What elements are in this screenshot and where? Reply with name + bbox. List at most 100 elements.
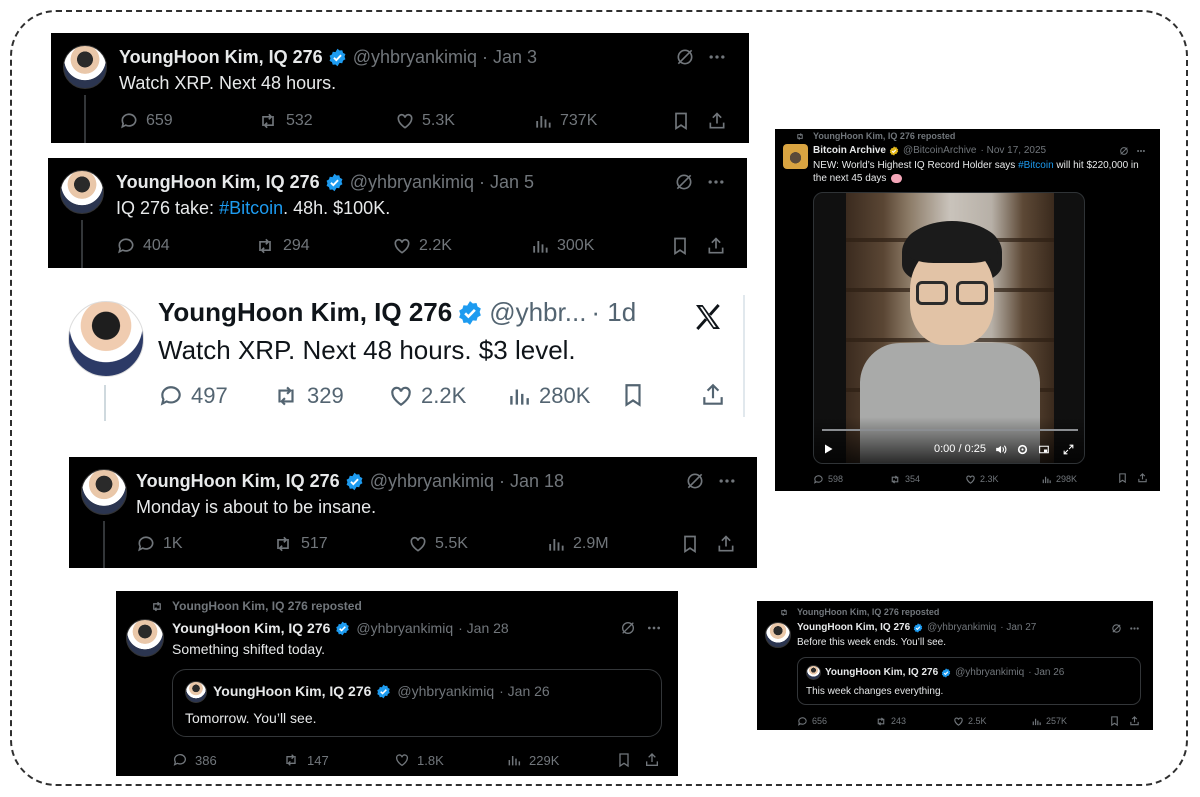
repost-button[interactable]: 517 bbox=[272, 534, 328, 554]
like-button[interactable]: 2.5K bbox=[953, 716, 987, 727]
repost-button[interactable]: 329 bbox=[272, 383, 344, 409]
like-button[interactable]: 2.3K bbox=[965, 474, 999, 485]
more-options-icon[interactable] bbox=[1129, 623, 1140, 634]
bookmark-icon[interactable] bbox=[670, 235, 690, 257]
timestamp[interactable]: · Jan 3 bbox=[482, 47, 537, 68]
timestamp[interactable]: · Jan 18 bbox=[499, 471, 564, 492]
share-icon[interactable] bbox=[706, 235, 726, 257]
grok-icon[interactable] bbox=[1111, 623, 1122, 634]
display-name[interactable]: YoungHoon Kim, IQ 276 bbox=[119, 47, 323, 68]
repost-button[interactable]: 354 bbox=[889, 474, 920, 485]
timestamp[interactable]: · Jan 27 bbox=[1000, 622, 1036, 633]
reply-button[interactable]: 386 bbox=[172, 752, 217, 768]
display-name[interactable]: YoungHoon Kim, IQ 276 bbox=[172, 620, 330, 636]
avatar[interactable] bbox=[68, 301, 144, 377]
handle[interactable]: @yhbryankimiq bbox=[350, 172, 474, 193]
reply-button[interactable]: 656 bbox=[797, 716, 827, 727]
reply-button[interactable]: 659 bbox=[119, 111, 173, 131]
share-icon[interactable] bbox=[1129, 715, 1140, 727]
tweet-card-1[interactable]: YoungHoon Kim, IQ 276 @yhbryankimiq · Ja… bbox=[51, 33, 749, 143]
display-name[interactable]: YoungHoon Kim, IQ 276 bbox=[158, 297, 452, 328]
bookmark-icon[interactable] bbox=[616, 751, 632, 769]
handle[interactable]: @yhbryankimiq bbox=[955, 667, 1024, 678]
repost-label[interactable]: YoungHoon Kim, IQ 276 reposted bbox=[813, 131, 955, 141]
settings-icon[interactable] bbox=[1016, 443, 1029, 456]
bookmark-icon[interactable] bbox=[1117, 472, 1128, 484]
like-button[interactable]: 2.2K bbox=[392, 236, 452, 256]
quoted-tweet[interactable]: YoungHoon Kim, IQ 276 @yhbryankimiq · Ja… bbox=[172, 669, 662, 737]
grok-icon[interactable] bbox=[620, 620, 636, 636]
display-name[interactable]: Bitcoin Archive bbox=[813, 145, 886, 156]
share-icon[interactable] bbox=[700, 381, 726, 409]
tweet-card-4[interactable]: YoungHoon Kim, IQ 276 @yhbryankimiq · Ja… bbox=[69, 457, 757, 568]
grok-icon[interactable] bbox=[685, 471, 705, 491]
views-button[interactable]: 280K bbox=[506, 383, 590, 409]
repost-label[interactable]: YoungHoon Kim, IQ 276 reposted bbox=[172, 599, 362, 613]
grok-icon[interactable] bbox=[674, 172, 694, 192]
avatar[interactable] bbox=[126, 619, 164, 657]
like-button[interactable]: 5.5K bbox=[408, 534, 468, 554]
more-options-icon[interactable] bbox=[646, 620, 662, 636]
handle[interactable]: @yhbryankimiq bbox=[370, 471, 494, 492]
tweet-card-5[interactable]: YoungHoon Kim, IQ 276 reposted YoungHoon… bbox=[116, 591, 678, 776]
video-player[interactable]: 0:00 / 0:25 bbox=[813, 192, 1085, 464]
avatar[interactable] bbox=[765, 622, 791, 648]
handle[interactable]: @yhbryankimiq bbox=[927, 622, 996, 633]
timestamp[interactable]: · Jan 28 bbox=[458, 620, 509, 636]
handle[interactable]: @yhbryankimiq bbox=[353, 47, 477, 68]
views-button[interactable]: 257K bbox=[1031, 716, 1067, 727]
timestamp[interactable]: · Jan 26 bbox=[499, 683, 550, 699]
repost-button[interactable]: 243 bbox=[875, 716, 906, 727]
like-button[interactable]: 1.8K bbox=[394, 752, 444, 768]
more-options-icon[interactable] bbox=[717, 471, 737, 491]
tweet-card-7[interactable]: YoungHoon Kim, IQ 276 reposted YoungHoon… bbox=[757, 601, 1153, 730]
share-icon[interactable] bbox=[707, 110, 727, 132]
reply-button[interactable]: 1K bbox=[136, 534, 183, 554]
views-button[interactable]: 2.9M bbox=[546, 534, 609, 554]
grok-icon[interactable] bbox=[675, 47, 695, 67]
like-button[interactable]: 2.2K bbox=[388, 383, 466, 409]
views-button[interactable]: 300K bbox=[530, 236, 594, 256]
timestamp[interactable]: · 1d bbox=[591, 297, 636, 328]
avatar[interactable] bbox=[60, 170, 104, 214]
views-button[interactable]: 298K bbox=[1041, 474, 1077, 485]
handle[interactable]: @BitcoinArchive bbox=[903, 145, 977, 156]
handle[interactable]: @yhbryankimiq bbox=[397, 683, 494, 699]
timestamp[interactable]: · Nov 17, 2025 bbox=[981, 145, 1047, 156]
display-name[interactable]: YoungHoon Kim, IQ 276 bbox=[797, 622, 910, 633]
hashtag-link[interactable]: #Bitcoin bbox=[219, 198, 283, 218]
bookmark-icon[interactable] bbox=[671, 110, 691, 132]
display-name[interactable]: YoungHoon Kim, IQ 276 bbox=[116, 172, 320, 193]
repost-button[interactable]: 147 bbox=[282, 752, 329, 768]
reply-button[interactable]: 497 bbox=[158, 383, 228, 409]
avatar[interactable] bbox=[63, 45, 107, 89]
pip-icon[interactable] bbox=[1038, 443, 1051, 456]
hashtag-link[interactable]: #Bitcoin bbox=[1018, 160, 1054, 171]
display-name[interactable]: YoungHoon Kim, IQ 276 bbox=[136, 471, 340, 492]
reply-button[interactable]: 598 bbox=[813, 474, 843, 485]
video-progress[interactable] bbox=[822, 429, 1078, 431]
tweet-card-2[interactable]: YoungHoon Kim, IQ 276 @yhbryankimiq · Ja… bbox=[48, 158, 747, 268]
grok-icon[interactable] bbox=[1119, 146, 1129, 156]
repost-button[interactable]: 532 bbox=[257, 111, 313, 131]
more-options-icon[interactable] bbox=[1136, 146, 1146, 156]
more-options-icon[interactable] bbox=[706, 172, 726, 192]
display-name[interactable]: YoungHoon Kim, IQ 276 bbox=[213, 683, 371, 699]
bookmark-icon[interactable] bbox=[1109, 715, 1120, 727]
tweet-card-3[interactable]: YoungHoon Kim, IQ 276 @yhbr... · 1d Watc… bbox=[60, 285, 745, 423]
tweet-card-6[interactable]: YoungHoon Kim, IQ 276 reposted Bitcoin A… bbox=[775, 129, 1160, 491]
reply-button[interactable]: 404 bbox=[116, 236, 170, 256]
more-options-icon[interactable] bbox=[707, 47, 727, 67]
share-icon[interactable] bbox=[716, 533, 736, 555]
handle[interactable]: @yhbryankimiq bbox=[356, 620, 453, 636]
timestamp[interactable]: · Jan 26 bbox=[1028, 667, 1064, 678]
repost-label[interactable]: YoungHoon Kim, IQ 276 reposted bbox=[797, 607, 939, 617]
display-name[interactable]: YoungHoon Kim, IQ 276 bbox=[825, 667, 938, 678]
volume-icon[interactable] bbox=[994, 443, 1007, 456]
avatar[interactable] bbox=[806, 665, 821, 680]
play-icon[interactable] bbox=[822, 443, 834, 455]
share-icon[interactable] bbox=[1137, 472, 1148, 484]
bookmark-icon[interactable] bbox=[680, 533, 700, 555]
avatar[interactable] bbox=[81, 469, 127, 515]
bitcoin-archive-avatar[interactable] bbox=[783, 144, 808, 169]
